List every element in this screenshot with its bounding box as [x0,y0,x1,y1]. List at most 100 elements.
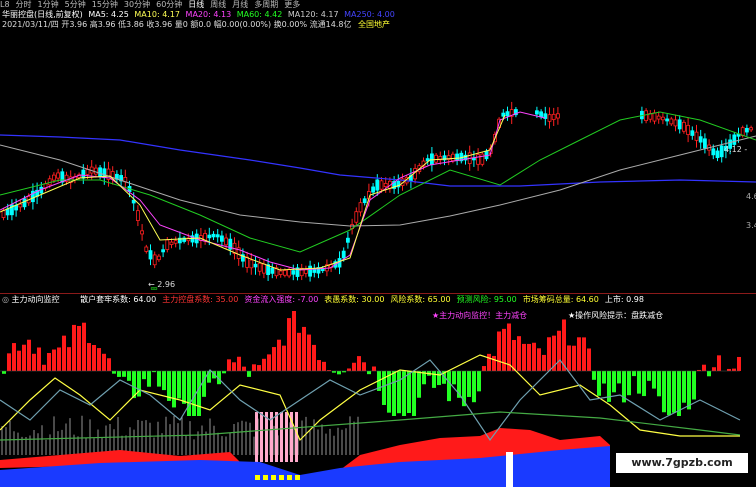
risk-bar-up [497,331,501,371]
risk-bar-up [507,323,511,371]
candlestick-chart[interactable]: ← 2.964.12 -4.63.4買 [0,0,756,290]
risk-bar-down [602,371,606,384]
risk-bar-up [577,337,581,371]
pink-bar [265,412,268,462]
candle-body [652,112,657,122]
risk-bar-down [637,371,641,394]
risk-bar-down [407,371,411,414]
pink-bar [295,412,298,462]
risk-bar-up [87,343,91,371]
candle-body [211,233,216,238]
risk-bar-up [57,347,61,371]
candle-body [245,256,250,268]
risk-bar-up [52,349,56,371]
risk-bar-down [432,371,436,388]
candle-body [161,249,166,253]
candle-body [551,113,556,120]
candle-body [694,131,699,141]
candle-body [669,118,674,125]
risk-bar-down [607,371,611,402]
risk-bar-down [172,371,176,408]
indicator-header: ◎ 主力动向监控 散户套牢系数: 64.00 主力控盘系数: 35.00 资金流入强… [2,295,650,305]
risk-bar-up [42,364,46,371]
risk-bar-down [377,371,381,391]
indicator-field-1: 主力控盘系数: 35.00 [162,295,239,304]
risk-bar-up [737,356,741,371]
indicator-name[interactable]: 主力动向监控 [12,295,60,304]
risk-bar-up [252,364,256,371]
candle-body [224,237,229,246]
risk-bar-down [622,371,626,403]
risk-bar-up [572,345,576,371]
risk-bar-up [107,358,111,371]
risk-bar-down [417,371,421,398]
indicator-settings-icon[interactable]: ◎ [2,295,9,304]
risk-bar-down [222,371,226,374]
risk-bar-down [632,371,636,377]
candle-body [690,130,695,136]
candle-body [261,263,266,274]
risk-bar-down [427,371,431,376]
buy-marker: 買 [150,287,158,290]
candle-body [677,119,682,130]
candle-body [173,240,178,244]
risk-bar-up [502,328,506,371]
candle-body [253,263,258,268]
risk-bar-down [127,371,131,381]
risk-bar-up [292,311,296,371]
candle-body [711,148,716,156]
risk-bar-up [12,343,16,371]
risk-bar-down [592,371,596,380]
risk-bar-up [727,368,731,371]
risk-bar-down [152,371,156,373]
risk-bar-up [72,324,76,371]
risk-bar-up [17,350,21,371]
pink-bar [280,412,283,462]
yellow-marker [295,475,300,480]
risk-bar-down [382,371,386,405]
candle-body [665,118,669,122]
risk-bar-up [312,344,316,371]
risk-bar-down [467,371,471,397]
risk-bar-down [387,371,391,413]
risk-bar-down [367,371,371,375]
control-area [0,446,610,487]
risk-bar-up [67,347,71,371]
candle-body [656,115,661,120]
risk-bar-up [302,326,306,371]
candle-body [476,154,481,165]
risk-bar-up [272,347,276,371]
risk-bar-down [197,371,201,416]
indicator-field-3: 表愚系数: 30.00 [324,295,385,304]
risk-bar-up [697,369,701,371]
green-line [0,411,741,441]
risk-bar-up [527,343,531,371]
risk-bar-up [517,336,521,371]
candle-body [282,270,287,276]
indicator-field-5: 预测风险: 95.00 [456,295,517,304]
candle-body [539,111,543,118]
candle-body [434,154,439,163]
candle-body [22,198,27,208]
candle-body [85,169,90,175]
ma20-line [0,111,546,271]
risk-bar-down [642,371,646,397]
risk-bar-up [552,335,556,371]
tip-risk: ★操作风险提示：盘跌减仓 [568,311,664,320]
candle-body [5,208,10,216]
risk-bar-down [442,371,446,384]
risk-bar-down [437,371,441,386]
risk-bar-up [227,359,231,371]
candle-body [673,119,678,127]
yellow-line [0,354,740,442]
candle-body [686,124,690,135]
risk-bar-down [342,371,346,373]
risk-bar-down [672,371,676,413]
candle-body [98,167,102,177]
risk-bar-up [732,368,736,371]
risk-bar-down [447,371,451,402]
risk-bar-down [192,371,196,416]
risk-bar-down [117,371,121,377]
risk-bar-up [717,355,721,371]
risk-bar-up [242,366,246,371]
